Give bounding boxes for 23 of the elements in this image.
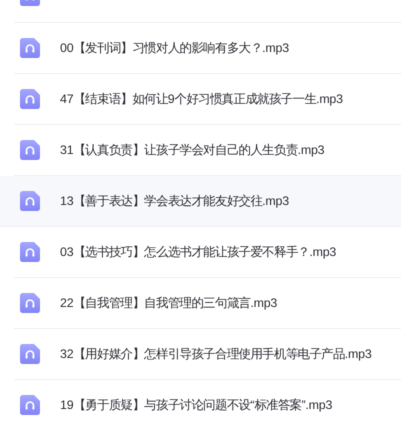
file-row[interactable]: 22【自我管理】自我管理的三句箴言.mp3 [14,278,401,329]
file-row[interactable]: 13【善于表达】学会表达才能友好交往.mp3 [0,176,401,227]
file-row[interactable]: 32【用好媒介】怎样引导孩子合理使用手机等电子产品.mp3 [14,329,401,380]
file-name: 31【认真负责】让孩子学会对自己的人生负责.mp3 [60,142,324,158]
file-name: 32【用好媒介】怎样引导孩子合理使用手机等电子产品.mp3 [60,346,372,362]
audio-file-icon [20,242,40,262]
file-row[interactable]: 03【选书技巧】怎么选书才能让孩子爱不释手？.mp3 [14,227,401,278]
file-name: 22【自我管理】自我管理的三句箴言.mp3 [60,294,278,312]
file-row[interactable]: 47【结束语】如何让9个好习惯真正成就孩子一生.mp3 [14,74,401,125]
audio-file-icon [20,140,40,160]
audio-file-icon [20,293,40,313]
file-name: 47【结束语】如何让9个好习惯真正成就孩子一生.mp3 [60,90,343,108]
file-name: 19【勇于质疑】与孩子讨论问题不设“标准答案”.mp3 [60,396,332,414]
audio-file-icon [20,395,40,415]
file-name: 00【发刊词】习惯对人的影响有多大？.mp3 [60,40,289,56]
audio-file-icon [20,38,40,58]
file-row[interactable]: 19【勇于质疑】与孩子讨论问题不设“标准答案”.mp3 [14,380,401,430]
file-name: 13【善于表达】学会表达才能友好交往.mp3 [60,192,289,210]
audio-file-icon [20,344,40,364]
audio-file-icon [20,89,40,109]
audio-file-icon [20,191,40,211]
file-name: 03【选书技巧】怎么选书才能让孩子爱不释手？.mp3 [60,244,336,260]
file-row[interactable]: 00【发刊词】习惯对人的影响有多大？.mp3 [14,23,401,74]
